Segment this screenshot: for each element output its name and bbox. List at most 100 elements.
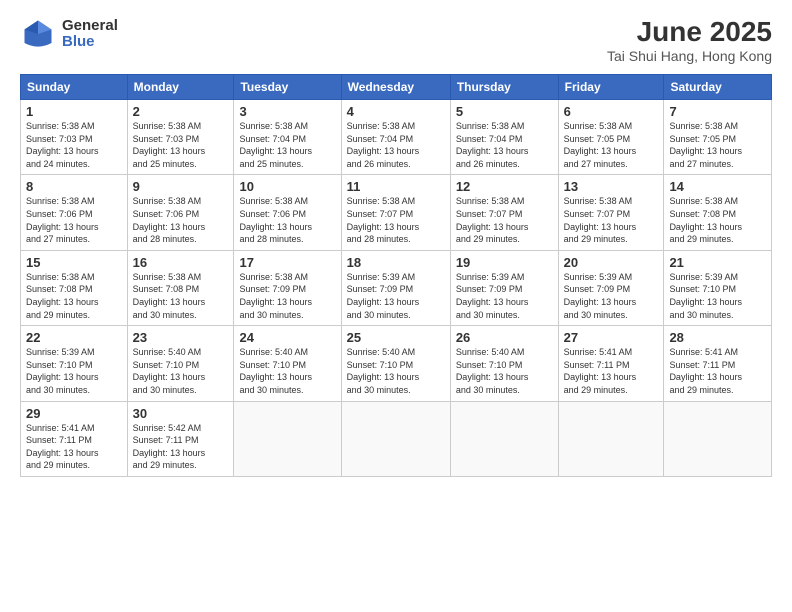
table-row: 9Sunrise: 5:38 AM Sunset: 7:06 PM Daylig… bbox=[127, 175, 234, 250]
table-row: 13Sunrise: 5:38 AM Sunset: 7:07 PM Dayli… bbox=[558, 175, 664, 250]
day-info: Sunrise: 5:38 AM Sunset: 7:06 PM Dayligh… bbox=[26, 195, 122, 245]
table-row: 7Sunrise: 5:38 AM Sunset: 7:05 PM Daylig… bbox=[664, 100, 772, 175]
table-row: 11Sunrise: 5:38 AM Sunset: 7:07 PM Dayli… bbox=[341, 175, 450, 250]
table-row: 26Sunrise: 5:40 AM Sunset: 7:10 PM Dayli… bbox=[450, 326, 558, 401]
logo-general-text: General bbox=[62, 18, 118, 35]
day-info: Sunrise: 5:40 AM Sunset: 7:10 PM Dayligh… bbox=[456, 346, 553, 396]
day-info: Sunrise: 5:38 AM Sunset: 7:03 PM Dayligh… bbox=[26, 120, 122, 170]
day-number: 12 bbox=[456, 179, 553, 194]
day-info: Sunrise: 5:39 AM Sunset: 7:09 PM Dayligh… bbox=[564, 271, 659, 321]
table-row: 21Sunrise: 5:39 AM Sunset: 7:10 PM Dayli… bbox=[664, 250, 772, 325]
day-number: 20 bbox=[564, 255, 659, 270]
day-info: Sunrise: 5:40 AM Sunset: 7:10 PM Dayligh… bbox=[133, 346, 229, 396]
table-row: 12Sunrise: 5:38 AM Sunset: 7:07 PM Dayli… bbox=[450, 175, 558, 250]
col-tuesday: Tuesday bbox=[234, 75, 341, 100]
day-number: 25 bbox=[347, 330, 445, 345]
day-number: 29 bbox=[26, 406, 122, 421]
day-info: Sunrise: 5:39 AM Sunset: 7:09 PM Dayligh… bbox=[347, 271, 445, 321]
day-number: 10 bbox=[239, 179, 335, 194]
table-row: 5Sunrise: 5:38 AM Sunset: 7:04 PM Daylig… bbox=[450, 100, 558, 175]
table-row: 2Sunrise: 5:38 AM Sunset: 7:03 PM Daylig… bbox=[127, 100, 234, 175]
table-row: 25Sunrise: 5:40 AM Sunset: 7:10 PM Dayli… bbox=[341, 326, 450, 401]
col-saturday: Saturday bbox=[664, 75, 772, 100]
table-row: 1Sunrise: 5:38 AM Sunset: 7:03 PM Daylig… bbox=[21, 100, 128, 175]
table-row: 8Sunrise: 5:38 AM Sunset: 7:06 PM Daylig… bbox=[21, 175, 128, 250]
table-row bbox=[234, 401, 341, 476]
day-info: Sunrise: 5:38 AM Sunset: 7:06 PM Dayligh… bbox=[133, 195, 229, 245]
table-row: 20Sunrise: 5:39 AM Sunset: 7:09 PM Dayli… bbox=[558, 250, 664, 325]
table-row bbox=[558, 401, 664, 476]
title-block: June 2025 Tai Shui Hang, Hong Kong bbox=[607, 16, 772, 64]
table-row bbox=[664, 401, 772, 476]
day-info: Sunrise: 5:40 AM Sunset: 7:10 PM Dayligh… bbox=[239, 346, 335, 396]
col-sunday: Sunday bbox=[21, 75, 128, 100]
table-row: 23Sunrise: 5:40 AM Sunset: 7:10 PM Dayli… bbox=[127, 326, 234, 401]
day-number: 11 bbox=[347, 179, 445, 194]
day-number: 21 bbox=[669, 255, 766, 270]
day-info: Sunrise: 5:38 AM Sunset: 7:05 PM Dayligh… bbox=[564, 120, 659, 170]
day-number: 16 bbox=[133, 255, 229, 270]
col-wednesday: Wednesday bbox=[341, 75, 450, 100]
calendar-week-row: 29Sunrise: 5:41 AM Sunset: 7:11 PM Dayli… bbox=[21, 401, 772, 476]
day-info: Sunrise: 5:38 AM Sunset: 7:04 PM Dayligh… bbox=[347, 120, 445, 170]
table-row: 14Sunrise: 5:38 AM Sunset: 7:08 PM Dayli… bbox=[664, 175, 772, 250]
day-number: 6 bbox=[564, 104, 659, 119]
day-info: Sunrise: 5:38 AM Sunset: 7:07 PM Dayligh… bbox=[347, 195, 445, 245]
table-row: 10Sunrise: 5:38 AM Sunset: 7:06 PM Dayli… bbox=[234, 175, 341, 250]
table-row: 17Sunrise: 5:38 AM Sunset: 7:09 PM Dayli… bbox=[234, 250, 341, 325]
day-number: 4 bbox=[347, 104, 445, 119]
day-info: Sunrise: 5:40 AM Sunset: 7:10 PM Dayligh… bbox=[347, 346, 445, 396]
calendar-week-row: 1Sunrise: 5:38 AM Sunset: 7:03 PM Daylig… bbox=[21, 100, 772, 175]
day-number: 5 bbox=[456, 104, 553, 119]
day-number: 1 bbox=[26, 104, 122, 119]
day-number: 24 bbox=[239, 330, 335, 345]
table-row: 4Sunrise: 5:38 AM Sunset: 7:04 PM Daylig… bbox=[341, 100, 450, 175]
day-info: Sunrise: 5:41 AM Sunset: 7:11 PM Dayligh… bbox=[669, 346, 766, 396]
table-row: 6Sunrise: 5:38 AM Sunset: 7:05 PM Daylig… bbox=[558, 100, 664, 175]
day-info: Sunrise: 5:42 AM Sunset: 7:11 PM Dayligh… bbox=[133, 422, 229, 472]
table-row: 16Sunrise: 5:38 AM Sunset: 7:08 PM Dayli… bbox=[127, 250, 234, 325]
day-number: 30 bbox=[133, 406, 229, 421]
table-row: 27Sunrise: 5:41 AM Sunset: 7:11 PM Dayli… bbox=[558, 326, 664, 401]
table-row bbox=[450, 401, 558, 476]
day-info: Sunrise: 5:39 AM Sunset: 7:09 PM Dayligh… bbox=[456, 271, 553, 321]
day-info: Sunrise: 5:38 AM Sunset: 7:08 PM Dayligh… bbox=[133, 271, 229, 321]
day-info: Sunrise: 5:38 AM Sunset: 7:03 PM Dayligh… bbox=[133, 120, 229, 170]
calendar-week-row: 15 Sunrise: 5:38 AM Sunset: 7:08 PM Dayli… bbox=[21, 250, 772, 325]
day-number: 14 bbox=[669, 179, 766, 194]
day-info: Sunrise: 5:39 AM Sunset: 7:10 PM Dayligh… bbox=[669, 271, 766, 321]
day-info: Sunrise: 5:41 AM Sunset: 7:11 PM Dayligh… bbox=[26, 422, 122, 472]
logo-icon bbox=[20, 16, 56, 52]
table-row: 19Sunrise: 5:39 AM Sunset: 7:09 PM Dayli… bbox=[450, 250, 558, 325]
day-number: 17 bbox=[239, 255, 335, 270]
logo-text: General Blue bbox=[62, 18, 118, 51]
day-info: Sunrise: 5:38 AM Sunset: 7:04 PM Dayligh… bbox=[239, 120, 335, 170]
table-row: 15Sunrise: 5:38 AM Sunset: 7:08 PM Dayli… bbox=[21, 250, 128, 325]
logo-blue-text: Blue bbox=[62, 34, 118, 51]
calendar-header-row: Sunday Monday Tuesday Wednesday Thursday… bbox=[21, 75, 772, 100]
day-info: Sunrise: 5:38 AM Sunset: 7:04 PM Dayligh… bbox=[456, 120, 553, 170]
day-info: Sunrise: 5:41 AM Sunset: 7:11 PM Dayligh… bbox=[564, 346, 659, 396]
logo: General Blue bbox=[20, 16, 118, 52]
table-row: 18Sunrise: 5:39 AM Sunset: 7:09 PM Dayli… bbox=[341, 250, 450, 325]
calendar-week-row: 8Sunrise: 5:38 AM Sunset: 7:06 PM Daylig… bbox=[21, 175, 772, 250]
day-info: Sunrise: 5:38 AM Sunset: 7:06 PM Dayligh… bbox=[239, 195, 335, 245]
day-number: 19 bbox=[456, 255, 553, 270]
table-row: 24Sunrise: 5:40 AM Sunset: 7:10 PM Dayli… bbox=[234, 326, 341, 401]
day-number: 2 bbox=[133, 104, 229, 119]
day-number: 27 bbox=[564, 330, 659, 345]
col-thursday: Thursday bbox=[450, 75, 558, 100]
day-number: 13 bbox=[564, 179, 659, 194]
table-row bbox=[341, 401, 450, 476]
day-info: Sunrise: 5:38 AM Sunset: 7:07 PM Dayligh… bbox=[456, 195, 553, 245]
day-number: 7 bbox=[669, 104, 766, 119]
day-info: Sunrise: 5:38 AM Sunset: 7:05 PM Dayligh… bbox=[669, 120, 766, 170]
day-number: 9 bbox=[133, 179, 229, 194]
table-row: 28Sunrise: 5:41 AM Sunset: 7:11 PM Dayli… bbox=[664, 326, 772, 401]
page-header: General Blue June 2025 Tai Shui Hang, Ho… bbox=[20, 16, 772, 64]
col-monday: Monday bbox=[127, 75, 234, 100]
table-row: 29Sunrise: 5:41 AM Sunset: 7:11 PM Dayli… bbox=[21, 401, 128, 476]
day-number: 26 bbox=[456, 330, 553, 345]
day-number: 15 bbox=[26, 255, 122, 270]
day-number: 23 bbox=[133, 330, 229, 345]
